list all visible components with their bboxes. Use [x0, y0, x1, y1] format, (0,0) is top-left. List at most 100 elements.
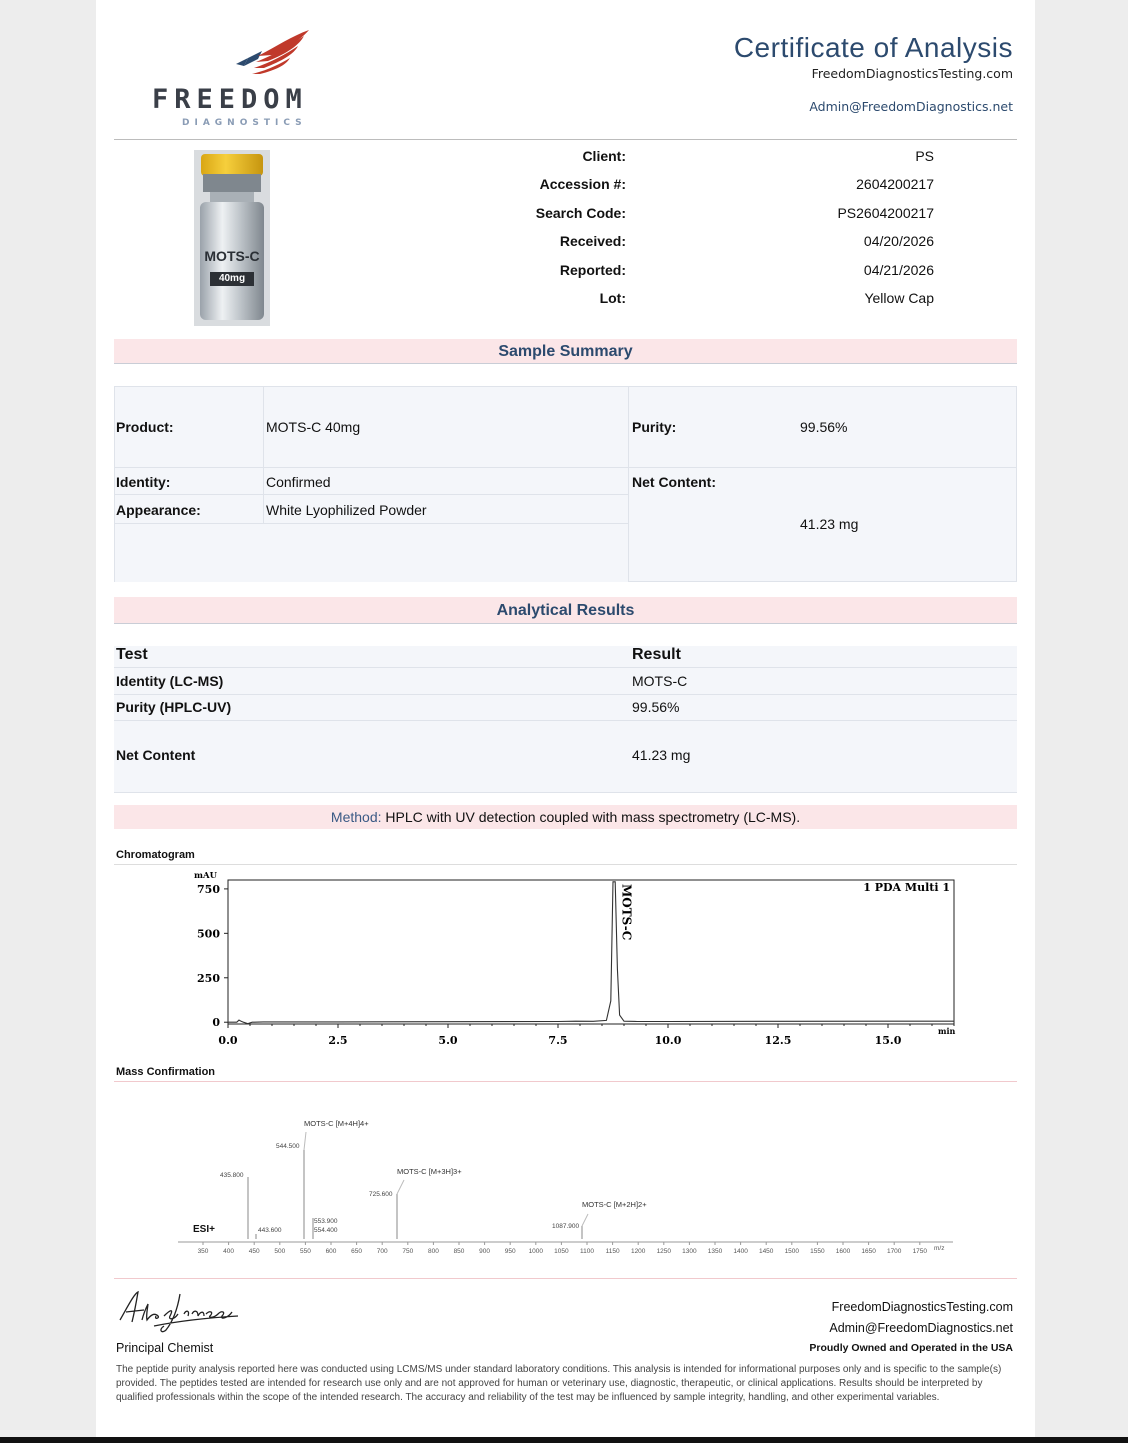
x-tick-label: 15.0	[875, 1034, 902, 1047]
col-header-result: Result	[632, 646, 681, 663]
sample-summary-bar: Sample Summary	[114, 339, 1017, 364]
peak-label-1087: 1087.900	[552, 1223, 580, 1230]
mz-tick-label: 1500	[785, 1248, 800, 1255]
header-website[interactable]: FreedomDiagnosticsTesting.com	[812, 66, 1013, 81]
legend-label: 1 PDA Multi 1	[863, 881, 950, 894]
header-email[interactable]: Admin@FreedomDiagnostics.net	[809, 99, 1013, 114]
mz-tick-label: 1750	[913, 1248, 928, 1255]
sample-summary-title: Sample Summary	[498, 343, 633, 360]
sample-summary-table: Product: MOTS-C 40mg Identity: Confirmed…	[114, 386, 1017, 582]
client-info-label: Search Code:	[535, 204, 626, 221]
mz-tick-label: 950	[505, 1248, 516, 1255]
mz-tick-label: 700	[377, 1248, 388, 1255]
mz-tick-label: 850	[454, 1248, 465, 1255]
footer-tagline: Proudly Owned and Operated in the USA	[809, 1342, 1013, 1354]
page-frame: FREEDOM DIAGNOSTICS Certificate of Analy…	[96, 0, 1035, 1437]
mz-tick-label: 1700	[887, 1248, 902, 1255]
client-info-value: 04/21/2026	[863, 261, 934, 278]
y-unit-label: mAU	[194, 871, 218, 881]
x-tick-label: 0.0	[218, 1034, 237, 1047]
chromatogram-chart: 750 500 250 0 0.0 2.5 5.0 7.5 10.0 12.5 15.0 mAU min…	[184, 866, 964, 1056]
mz-tick-label: 1450	[759, 1248, 774, 1255]
mz-tick-label: 1650	[861, 1248, 876, 1255]
mz-tick-label: 650	[351, 1248, 362, 1255]
y-tick-label: 750	[197, 883, 220, 896]
chromatogram-caption: Chromatogram	[116, 849, 195, 861]
mz-tick-label: 1200	[631, 1248, 646, 1255]
flag-wing-icon	[236, 30, 309, 74]
client-info-label: Lot:	[599, 290, 626, 306]
ion-annotation-4h: MOTS-C [M+4H]4+	[304, 1119, 369, 1128]
x-tick-label: 5.0	[438, 1034, 457, 1047]
appearance-value: White Lyophilized Powder	[266, 502, 427, 518]
mz-tick-label: 1050	[554, 1248, 569, 1255]
y-tick-label: 500	[197, 927, 220, 940]
client-info-value: PS2604200217	[837, 204, 934, 221]
net-content-value: 41.23 mg	[800, 516, 859, 532]
y-tick-label: 250	[197, 972, 220, 985]
mz-tick-label: 400	[223, 1248, 234, 1255]
mz-tick-label: 600	[326, 1248, 337, 1255]
mz-tick-label: 900	[479, 1248, 490, 1255]
x-tick-label: 10.0	[655, 1034, 682, 1047]
analytical-results-bar: Analytical Results	[114, 597, 1017, 624]
product-label: Product:	[116, 419, 174, 435]
client-info-label: Client:	[582, 148, 626, 164]
peak-label-553: 553.900	[314, 1218, 338, 1225]
chromatogram-plot: 750 500 250 0 0.0 2.5 5.0 7.5 10.0 12.5 15.0 mAU min…	[194, 871, 956, 1047]
logo-subtitle: DIAGNOSTICS	[182, 118, 307, 128]
method-label: Method:	[330, 809, 382, 825]
table-row-identity-result: MOTS-C	[632, 673, 688, 689]
logo-wordmark: FREEDOM	[152, 84, 308, 115]
x-unit-label: min	[938, 1026, 956, 1036]
plot-frame	[227, 879, 955, 1025]
client-info-label: Received:	[559, 233, 626, 250]
table-row-purity-test: Purity (HPLC-UV)	[116, 699, 232, 715]
ion-annotation-2h: MOTS-C [M+2H]2+	[582, 1200, 647, 1209]
analytical-results-title: Analytical Results	[496, 602, 635, 619]
identity-label: Identity:	[116, 474, 171, 490]
mz-unit-label: m/z	[934, 1245, 945, 1252]
mz-tick-label: 550	[300, 1248, 311, 1255]
peak-label-443: 443.600	[258, 1227, 282, 1234]
mz-tick-label: 800	[428, 1248, 439, 1255]
client-info-value: Yellow Cap	[864, 290, 934, 306]
mz-tick-label: 1100	[580, 1248, 594, 1255]
table-row-identity-test: Identity (LC-MS)	[116, 673, 224, 689]
col-header-test: Test	[116, 646, 148, 663]
net-content-label: Net Content:	[632, 474, 716, 490]
x-tick-label: 2.5	[328, 1034, 347, 1047]
method-text: HPLC with UV detection coupled with mass…	[385, 809, 801, 825]
client-info-value: 04/20/2026	[863, 233, 934, 250]
y-tick-label: 0	[212, 1016, 220, 1029]
footer-website[interactable]: FreedomDiagnosticsTesting.com	[832, 1300, 1013, 1314]
mz-tick-label: 1400	[733, 1248, 748, 1255]
table-row-purity-result: 99.56%	[632, 699, 680, 715]
vial-label-name: MOTS-C	[204, 248, 260, 264]
client-info-label: Accession #:	[539, 176, 626, 193]
mass-confirmation-caption: Mass Confirmation	[116, 1066, 216, 1078]
appearance-label: Appearance:	[116, 502, 201, 518]
disclaimer-text: The peptide purity analysis reported her…	[116, 1364, 1002, 1403]
purity-label: Purity:	[632, 419, 677, 435]
identity-value: Confirmed	[266, 474, 331, 490]
certificate-sheet: FREEDOM DIAGNOSTICS Certificate of Analy…	[114, 6, 1017, 1424]
method-note: Method: HPLC with UV detection coupled w…	[114, 805, 1017, 829]
peak-label-435: 435.800	[220, 1172, 244, 1179]
mass-spectrum-plot: 350 400 450 500 550 600 650 700 750 800 850 900 950 1…	[178, 1131, 953, 1255]
product-vial-image: MOTS-C 40mg	[194, 150, 270, 326]
footer-email[interactable]: Admin@FreedomDiagnostics.net	[829, 1321, 1013, 1335]
chemist-signature	[114, 1286, 244, 1336]
client-info-value: 2604200217	[856, 176, 934, 193]
client-info-value: PS	[915, 148, 934, 164]
product-value: MOTS-C 40mg	[266, 419, 361, 435]
x-tick-label: 12.5	[765, 1034, 792, 1047]
mz-tick-label: 1600	[836, 1248, 851, 1255]
chromatogram-trace	[228, 881, 954, 1025]
document-title: Certificate of Analysis	[733, 32, 1013, 63]
mz-tick-label: 450	[249, 1248, 260, 1255]
mz-tick-label: 1250	[657, 1248, 672, 1255]
mz-tick-label: 1550	[810, 1248, 825, 1255]
x-tick-label: 7.5	[548, 1034, 567, 1047]
mz-tick-label: 1300	[682, 1248, 697, 1255]
